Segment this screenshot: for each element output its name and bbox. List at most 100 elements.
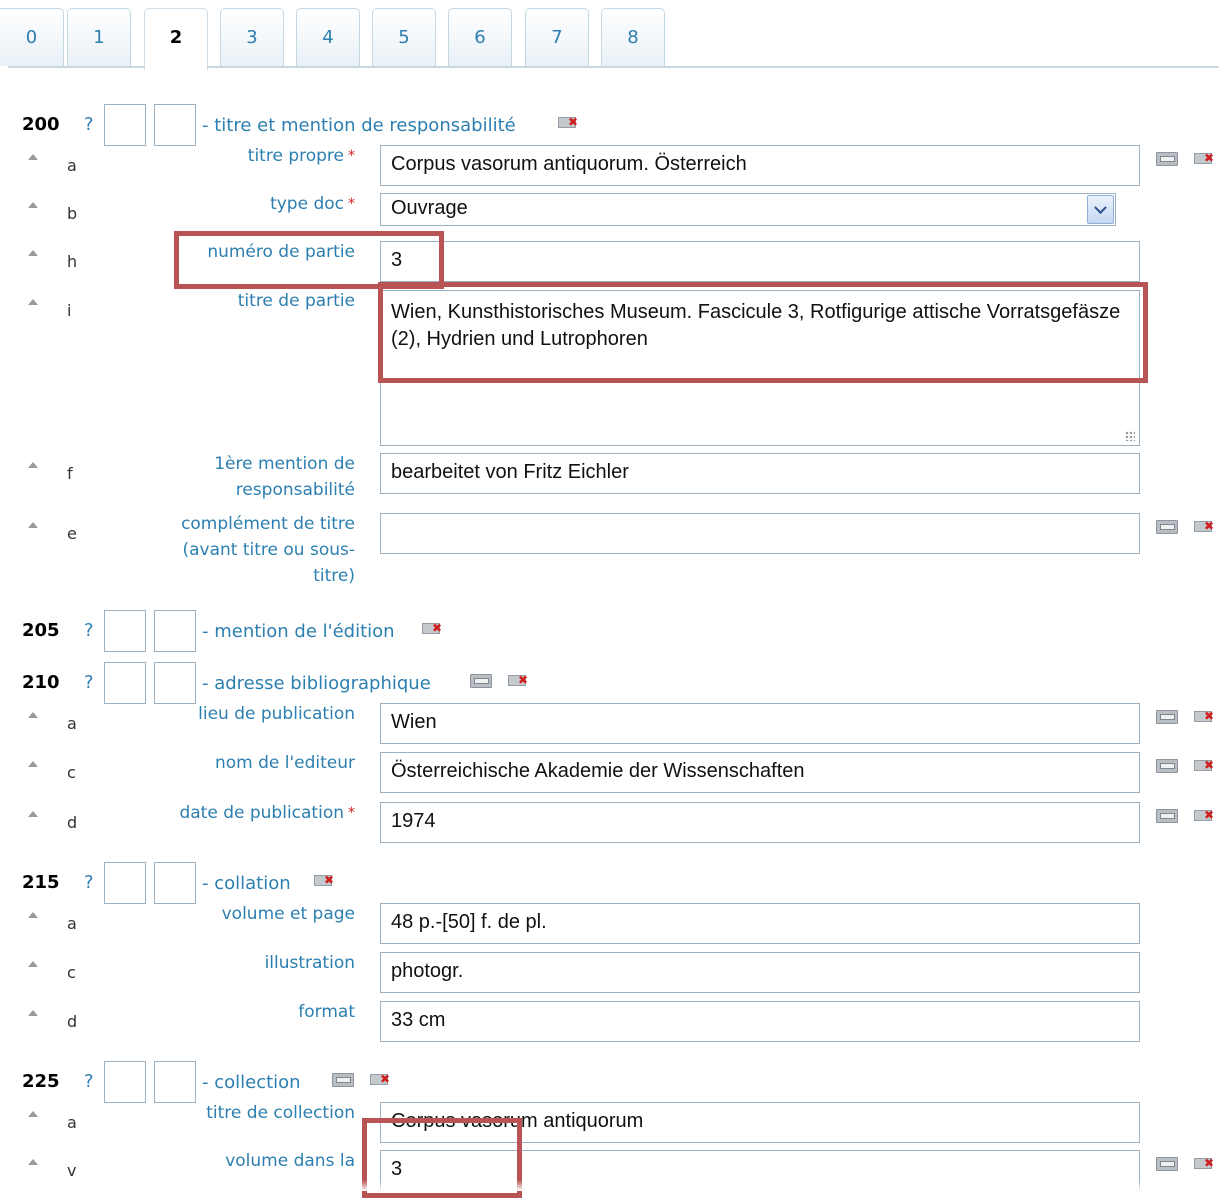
titre-de-partie-textarea[interactable]: Wien, Kunsthistorisches Museum. Fascicul… <box>380 290 1140 446</box>
field-actions <box>470 670 546 689</box>
duplicate-icon[interactable] <box>1156 808 1178 823</box>
delete-field-icon[interactable] <box>508 673 530 689</box>
delete-field-icon[interactable] <box>422 621 444 637</box>
help-link[interactable]: ? <box>84 1071 94 1092</box>
subfield-code: i <box>67 301 72 320</box>
field-actions <box>558 112 596 131</box>
duplicate-icon[interactable] <box>1156 519 1178 534</box>
subfield-label: titre de partie <box>237 291 355 311</box>
field-label[interactable]: - mention de l'édition <box>202 621 395 642</box>
move-up-icon[interactable] <box>28 961 38 967</box>
move-up-icon[interactable] <box>28 1111 38 1117</box>
delete-icon[interactable] <box>1194 151 1216 167</box>
move-up-icon[interactable] <box>28 912 38 918</box>
move-up-icon[interactable] <box>28 154 38 160</box>
indicator-1[interactable] <box>104 610 146 652</box>
type-doc-select[interactable]: Ouvrage <box>380 193 1116 226</box>
field-label[interactable]: - adresse bibliographique <box>202 673 431 694</box>
move-up-icon[interactable] <box>28 1010 38 1016</box>
marc-editor-form: 200 ? - titre et mention de responsabili… <box>0 90 1219 1191</box>
required-marker: * <box>348 148 355 164</box>
required-marker: * <box>348 196 355 212</box>
volume-et-page-input[interactable]: 48 p.-[50] f. de pl. <box>380 903 1140 944</box>
delete-icon[interactable] <box>1194 758 1216 774</box>
resize-grip-icon[interactable] <box>1125 431 1135 441</box>
tab-0[interactable]: 0 <box>0 8 64 66</box>
subfield-actions <box>1156 1153 1219 1172</box>
indicator-1[interactable] <box>104 104 146 146</box>
subfield-actions <box>1156 805 1219 824</box>
subfield-label: volume dans la <box>225 1151 355 1171</box>
tab-4[interactable]: 4 <box>296 8 360 66</box>
tab-7[interactable]: 7 <box>525 8 589 66</box>
subfield-code: v <box>67 1161 77 1180</box>
mention-responsabilite-input[interactable]: bearbeitet von Fritz Eichler <box>380 453 1140 494</box>
tab-1[interactable]: 1 <box>67 8 131 66</box>
tab-5[interactable]: 5 <box>372 8 436 66</box>
indicator-2[interactable] <box>154 662 196 704</box>
lieu-de-publication-input[interactable]: Wien <box>380 703 1140 744</box>
move-up-icon[interactable] <box>28 299 38 305</box>
numero-de-partie-input[interactable]: 3 <box>380 241 1140 282</box>
move-up-icon[interactable] <box>28 761 38 767</box>
tab-3[interactable]: 3 <box>220 8 284 66</box>
subfield-label: nom de l'editeur <box>214 753 355 773</box>
complement-de-titre-input[interactable] <box>380 513 1140 554</box>
required-marker: * <box>348 805 355 821</box>
duplicate-icon[interactable] <box>1156 709 1178 724</box>
move-up-icon[interactable] <box>28 462 38 468</box>
indicator-1[interactable] <box>104 1061 146 1103</box>
delete-icon[interactable] <box>1194 1156 1216 1172</box>
help-link[interactable]: ? <box>84 872 94 893</box>
delete-icon[interactable] <box>1194 709 1216 725</box>
chevron-down-icon[interactable] <box>1087 195 1114 224</box>
tab-6[interactable]: 6 <box>448 8 512 66</box>
indicator-2[interactable] <box>154 610 196 652</box>
move-up-icon[interactable] <box>28 712 38 718</box>
date-de-publication-input[interactable]: 1974 <box>380 802 1140 843</box>
field-actions <box>422 618 460 637</box>
field-label[interactable]: - collection <box>202 1072 301 1093</box>
move-up-icon[interactable] <box>28 202 38 208</box>
move-up-icon[interactable] <box>28 522 38 528</box>
indicator-2[interactable] <box>154 862 196 904</box>
field-tag: 225 <box>22 1071 60 1092</box>
delete-icon[interactable] <box>1194 808 1216 824</box>
field-tag: 215 <box>22 872 60 893</box>
move-up-icon[interactable] <box>28 250 38 256</box>
tab-8[interactable]: 8 <box>601 8 665 66</box>
tab-2[interactable]: 2 <box>144 8 208 70</box>
titre-de-collection-input[interactable]: Corpus vasorum antiquorum <box>380 1102 1140 1143</box>
field-label[interactable]: - collation <box>202 873 291 894</box>
indicator-2[interactable] <box>154 104 196 146</box>
subfield-label: numéro de partie <box>207 242 355 262</box>
bottom-fade <box>0 1180 1219 1191</box>
subfield-code: a <box>67 156 77 175</box>
delete-field-icon[interactable] <box>314 873 336 889</box>
subfield-label: format <box>298 1002 355 1022</box>
duplicate-field-icon[interactable] <box>332 1072 354 1087</box>
delete-field-icon[interactable] <box>558 115 580 131</box>
duplicate-icon[interactable] <box>1156 758 1178 773</box>
subfield-code: a <box>67 714 77 733</box>
indicator-2[interactable] <box>154 1061 196 1103</box>
duplicate-icon[interactable] <box>1156 151 1178 166</box>
nom-editeur-input[interactable]: Österreichische Akademie der Wissenschaf… <box>380 752 1140 793</box>
move-up-icon[interactable] <box>28 1159 38 1165</box>
indicator-1[interactable] <box>104 662 146 704</box>
field-tag: 205 <box>22 620 60 641</box>
indicator-1[interactable] <box>104 862 146 904</box>
subfield-label: 1ère mention de responsabilité <box>214 454 355 500</box>
titre-propre-input[interactable]: Corpus vasorum antiquorum. Österreich <box>380 145 1140 186</box>
duplicate-field-icon[interactable] <box>470 673 492 688</box>
help-link[interactable]: ? <box>84 672 94 693</box>
move-up-icon[interactable] <box>28 811 38 817</box>
delete-icon[interactable] <box>1194 519 1216 535</box>
help-link[interactable]: ? <box>84 620 94 641</box>
delete-field-icon[interactable] <box>370 1072 392 1088</box>
format-input[interactable]: 33 cm <box>380 1001 1140 1042</box>
help-link[interactable]: ? <box>84 114 94 135</box>
illustration-input[interactable]: photogr. <box>380 952 1140 993</box>
field-label[interactable]: - titre et mention de responsabilité <box>202 115 516 136</box>
duplicate-icon[interactable] <box>1156 1156 1178 1171</box>
